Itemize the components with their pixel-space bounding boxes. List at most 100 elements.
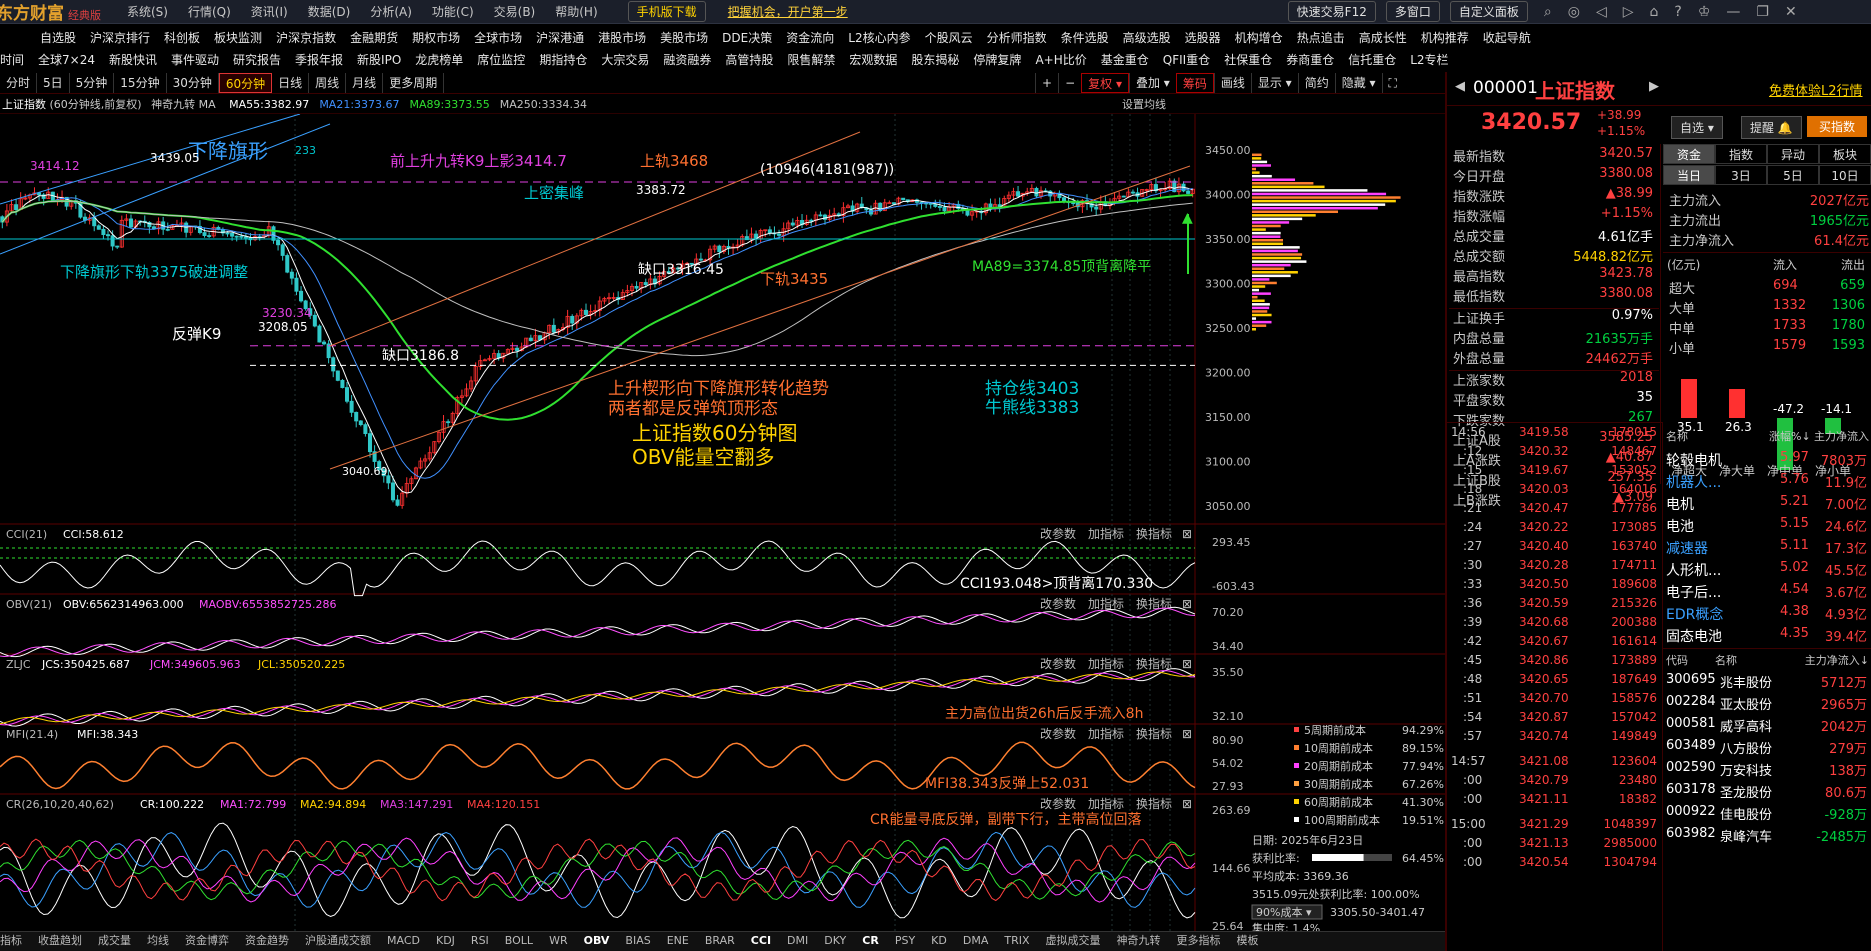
panel-button[interactable]: 加指标 (1088, 656, 1124, 671)
indicator-tab[interactable]: PSY (895, 934, 915, 947)
indicator-tab[interactable]: BRAR (705, 934, 735, 947)
nav-item[interactable]: 全球市场 (474, 29, 522, 46)
period-tab[interactable]: 5日 (37, 72, 70, 93)
nav-item[interactable]: 热点追击 (1297, 29, 1345, 46)
panel-close-icon[interactable]: ⊠ (1182, 797, 1192, 811)
mobile-download-button[interactable]: 手机版下载 (627, 1, 706, 22)
indicator-tab[interactable]: 资金博弈 (185, 934, 229, 947)
panel-button[interactable]: 加指标 (1088, 796, 1124, 811)
ma-settings-button[interactable]: 设置均线 (1122, 96, 1166, 112)
panel-button[interactable]: 加指标 (1088, 596, 1124, 611)
indicator-tab[interactable]: 指标 (0, 934, 22, 947)
cost-select-label[interactable]: 90%成本 ▾ (1256, 905, 1312, 919)
menu-item[interactable]: 系统(S) (127, 5, 168, 19)
nav-item[interactable]: 宏观数据 (849, 51, 897, 68)
nav-item[interactable]: 新股快讯 (109, 51, 157, 68)
stock-header[interactable]: 名称 (1715, 652, 1737, 668)
nav-item[interactable]: 限售解禁 (787, 51, 835, 68)
nav-item[interactable]: 时间 (0, 51, 24, 68)
nav-item[interactable]: 科创板 (164, 29, 200, 46)
kline-chart[interactable]: 3450.00 3400.00 3350.00 3300.00 3250.00 3200.… (0, 114, 1445, 951)
nav-item[interactable]: 港股市场 (598, 29, 646, 46)
nav-item[interactable]: 美股市场 (660, 29, 708, 46)
period-tab[interactable]: 5分钟 (70, 72, 115, 93)
nav-item[interactable]: 信托重仓 (1348, 51, 1396, 68)
indicator-tab[interactable]: RSI (471, 934, 489, 947)
zoom-in-icon[interactable]: + (1035, 73, 1058, 93)
indicator-tab[interactable]: BIAS (625, 934, 650, 947)
home-icon[interactable]: ⌂ (1650, 4, 1659, 20)
indicator-tab[interactable]: 资金趋势 (245, 934, 289, 947)
nav-item[interactable]: A+H比价 (1035, 51, 1086, 68)
chart-control[interactable]: 复权 ▾ (1081, 73, 1129, 93)
panel-button[interactable]: 改参数 (1040, 726, 1076, 741)
remind-button[interactable]: 提醒 🔔 (1741, 116, 1802, 139)
flow-period-tab[interactable]: 当日 (1663, 165, 1715, 185)
menu-item[interactable]: 资讯(I) (251, 5, 288, 19)
stock-row[interactable]: 002284 亚太股份 2965万 (1662, 694, 1871, 716)
nav-item[interactable]: 自选股 (40, 29, 76, 46)
sector-row[interactable]: 机器人... 5.76 11.9亿 (1662, 472, 1871, 494)
indicator-tab[interactable]: OBV (584, 934, 610, 947)
stock-header[interactable]: 主力净流入↓ (1805, 652, 1869, 668)
nav-item[interactable]: 选股器 (1185, 29, 1221, 46)
close-icon[interactable]: ✕ (1785, 4, 1797, 20)
sector-row[interactable]: 电子后... 4.54 3.67亿 (1662, 582, 1871, 604)
chart-control[interactable]: 隐藏 ▾ (1334, 73, 1382, 93)
nav-item[interactable]: 分析师指数 (987, 29, 1047, 46)
period-tab[interactable]: 周线 (309, 72, 347, 93)
panel-button[interactable]: 加指标 (1088, 726, 1124, 741)
nav-item[interactable]: 沪深京排行 (90, 29, 150, 46)
chart-control[interactable]: 叠加 ▾ (1128, 73, 1176, 93)
indicator-tab[interactable]: 更多指标 (1177, 934, 1221, 947)
buy-index-button[interactable]: 买指数 (1807, 116, 1868, 137)
stock-row[interactable]: 000581 威孚高科 2042万 (1662, 716, 1871, 738)
chart-control[interactable]: 筹码 (1175, 73, 1214, 93)
nav-item[interactable]: 席位监控 (477, 51, 525, 68)
period-tab[interactable]: 月线 (346, 72, 384, 93)
user-icon[interactable]: ◎ (1568, 4, 1580, 20)
period-tab[interactable]: 更多周期 (383, 72, 445, 93)
flow-period-tab[interactable]: 5日 (1767, 165, 1819, 185)
indicator-tab[interactable]: TRIX (1004, 934, 1029, 947)
indicator-tab[interactable]: 模板 (1237, 934, 1259, 947)
indicator-tab[interactable]: 沪股通成交额 (305, 934, 371, 947)
nav-item[interactable]: 沪深京指数 (276, 29, 336, 46)
fullscreen-icon[interactable]: ⛶ (1381, 73, 1403, 93)
panel-button[interactable]: 改参数 (1040, 796, 1076, 811)
indicator-tab[interactable]: 均线 (147, 934, 169, 947)
add-watchlist-button[interactable]: 自选 ▾ (1671, 116, 1723, 139)
sector-row[interactable]: 固态电池 4.35 39.4亿 (1662, 626, 1871, 648)
stock-row[interactable]: 603489 八方股份 279万 (1662, 738, 1871, 760)
indicator-tab[interactable]: 神奇九转 (1117, 934, 1161, 947)
nav-item[interactable]: 股东揭秘 (911, 51, 959, 68)
search-icon[interactable]: ⌕ (1544, 4, 1552, 20)
indicator-tab[interactable]: 成交量 (98, 934, 131, 947)
nav-item[interactable]: 资金流向 (786, 29, 834, 46)
menu-item[interactable]: 数据(D) (308, 5, 351, 19)
panel-button[interactable]: 改参数 (1040, 526, 1076, 541)
sector-row[interactable]: 减速器 5.11 17.3亿 (1662, 538, 1871, 560)
nav-item[interactable]: 高成长性 (1359, 29, 1407, 46)
next-arrow-icon[interactable]: ▶ (1649, 79, 1659, 94)
restore-icon[interactable]: ❐ (1756, 4, 1769, 20)
sector-header[interactable]: 涨幅%↓ (1769, 428, 1811, 444)
quick-trade-button[interactable]: 快速交易F12 (1287, 1, 1376, 22)
nav-item[interactable]: 全球7×24 (38, 51, 95, 68)
indicator-tab[interactable]: 收盘趋划 (38, 934, 82, 947)
chart-control[interactable]: 显示 ▾ (1250, 73, 1298, 93)
nav-item[interactable]: 机构推荐 (1421, 29, 1469, 46)
nav-item[interactable]: 新股IPO (357, 51, 401, 68)
prev-arrow-icon[interactable]: ◀ (1455, 79, 1465, 94)
promo-link[interactable]: 把握机会，开户第一步 (728, 3, 848, 20)
minimize-icon[interactable]: — (1726, 4, 1740, 20)
sector-header[interactable]: 主力净流入 (1814, 428, 1869, 444)
stock-row[interactable]: 000922 佳电股份 -928万 (1662, 804, 1871, 826)
sector-row[interactable]: EDR概念 4.38 4.93亿 (1662, 604, 1871, 626)
nav-item[interactable]: DDE决策 (722, 29, 772, 46)
panel-close-icon[interactable]: ⊠ (1182, 657, 1192, 671)
indicator-tab[interactable]: BOLL (505, 934, 533, 947)
sector-row[interactable]: 人形机... 5.02 45.5亿 (1662, 560, 1871, 582)
menu-item[interactable]: 行情(Q) (188, 5, 231, 19)
indicator-tab[interactable]: KD (931, 934, 947, 947)
